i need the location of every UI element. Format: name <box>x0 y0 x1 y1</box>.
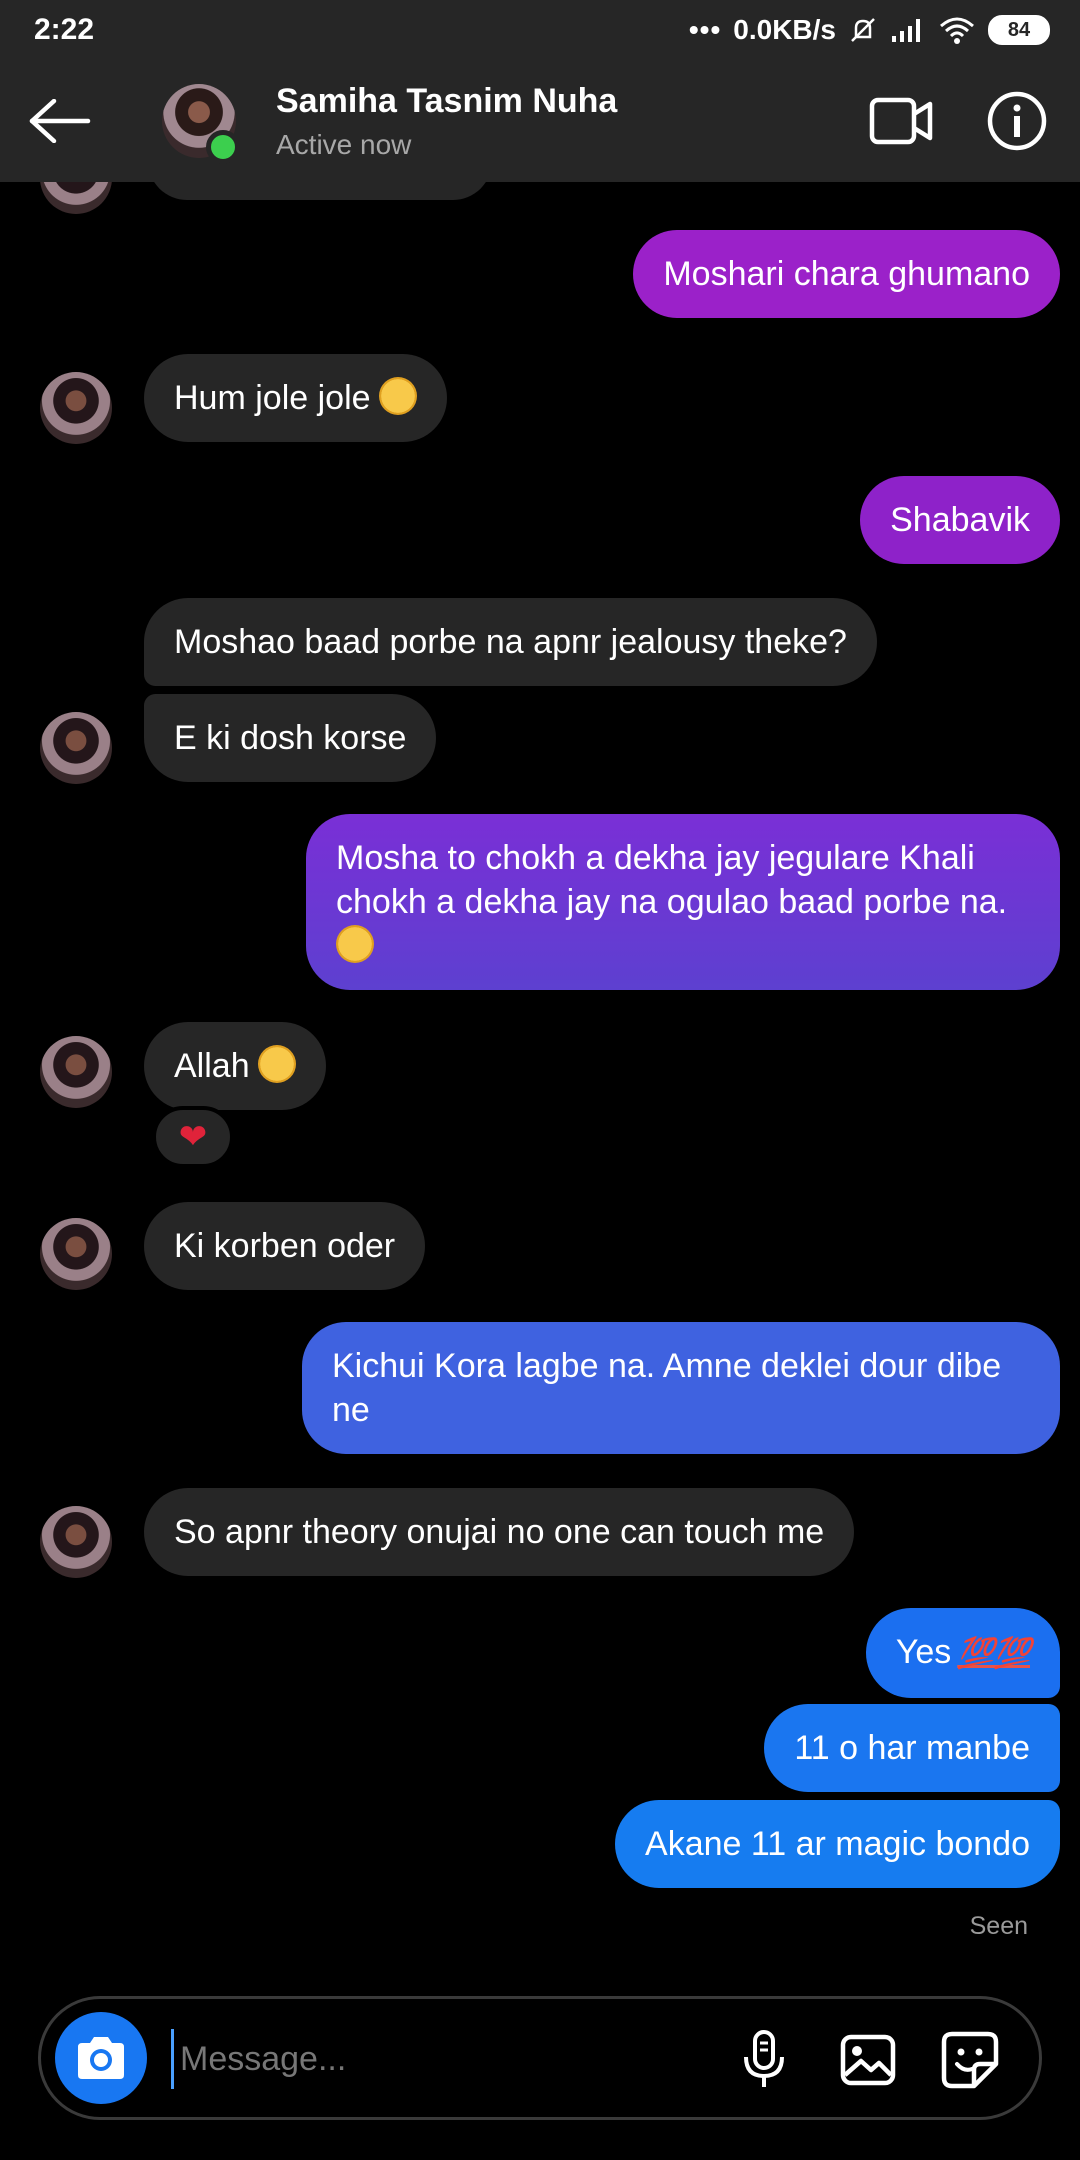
message-text-line: Kichui Kora lagbe na. Amne deklei dour d… <box>332 1347 1002 1385</box>
message-text: 11 o har manbe <box>794 1729 1030 1767</box>
message-incoming-partial[interactable] <box>148 182 492 200</box>
status-bar: 2:22 ••• 0.0KB/s 84 <box>0 0 1080 60</box>
message-incoming[interactable]: Allah <box>144 1022 326 1110</box>
message-text: So apnr theory onujai no one can touch m… <box>174 1513 825 1551</box>
info-button[interactable] <box>986 90 1048 152</box>
message-incoming[interactable]: Moshao baad porbe na apnr jealousy theke… <box>144 598 877 686</box>
message-text: Akane 11 ar magic bondo <box>645 1825 1030 1863</box>
message-text-line: ne <box>332 1391 370 1429</box>
message-outgoing[interactable]: Moshari chara ghumano <box>633 230 1060 318</box>
microphone-icon <box>744 2030 784 2087</box>
message-outgoing[interactable]: Yes 💯💯 <box>865 1608 1060 1698</box>
sender-avatar <box>40 712 112 784</box>
back-button[interactable] <box>0 60 120 182</box>
active-status: Active now <box>276 129 412 160</box>
sticker-button[interactable] <box>939 2029 1001 2091</box>
microphone-button[interactable] <box>733 2029 795 2091</box>
message-text-line: Mosha to chokh a dekha jay jegulare Khal… <box>336 839 975 877</box>
sender-avatar <box>40 1036 112 1108</box>
arrow-left-icon <box>29 99 91 143</box>
video-call-button[interactable] <box>868 90 934 152</box>
sender-avatar <box>40 1506 112 1578</box>
message-text: Shabavik <box>890 501 1030 539</box>
message-outgoing[interactable]: Akane 11 ar magic bondo <box>615 1800 1060 1888</box>
message-outgoing[interactable]: Kichui Kora lagbe na. Amne deklei dour d… <box>302 1322 1060 1454</box>
gallery-button[interactable] <box>837 2029 899 2091</box>
status-icons: ••• 0.0KB/s 84 <box>689 14 1050 46</box>
message-outgoing[interactable]: Shabavik <box>860 476 1060 564</box>
more-dots-icon: ••• <box>688 14 722 45</box>
status-time: 2:22 <box>34 13 95 46</box>
wifi-icon <box>940 17 974 44</box>
message-text: Hum jole jole <box>174 379 371 417</box>
message-text: Ki korben oder <box>174 1227 396 1265</box>
message-composer <box>38 1996 1042 2120</box>
message-incoming[interactable]: Ki korben oder <box>144 1202 426 1290</box>
camera-icon <box>78 2037 124 2079</box>
woozy-face-emoji-icon <box>378 377 417 415</box>
message-outgoing[interactable]: 11 o har manbe <box>764 1704 1060 1792</box>
video-camera-icon <box>869 97 933 145</box>
message-outgoing[interactable]: Mosha to chokh a dekha jay jegulare Khal… <box>306 814 1060 990</box>
chat-header: Samiha Tasnim Nuha Active now <box>0 60 1080 182</box>
seen-receipt: Seen <box>969 1912 1028 1940</box>
hand-over-mouth-emoji-icon <box>257 1045 296 1083</box>
camera-button[interactable] <box>55 2012 147 2104</box>
message-text: E ki dosh korse <box>174 719 407 757</box>
message-input[interactable] <box>171 2029 731 2089</box>
info-icon <box>987 91 1047 151</box>
contact-info[interactable]: Samiha Tasnim Nuha Active now <box>276 82 617 161</box>
heart-reaction-icon[interactable]: ❤ <box>152 1106 234 1168</box>
message-text: Moshari chara ghumano <box>663 255 1030 293</box>
signal-icon <box>892 19 920 42</box>
message-text: Moshao baad porbe na apnr jealousy theke… <box>174 623 847 661</box>
net-speed: 0.0KB/s <box>733 14 836 45</box>
message-text-line: chokh a dekha jay na ogulao baad porbe n… <box>336 883 1008 921</box>
smirk-emoji-icon <box>336 925 374 963</box>
contact-name: Samiha Tasnim Nuha <box>276 82 618 120</box>
message-incoming[interactable]: So apnr theory onujai no one can touch m… <box>144 1488 855 1576</box>
image-icon <box>840 2034 896 2086</box>
message-text: Yes <box>895 1633 952 1671</box>
online-indicator <box>206 130 240 164</box>
message-list[interactable]: Moshari chara ghumano Hum jole jole Shab… <box>0 182 1080 1982</box>
battery-icon: 84 <box>988 15 1050 45</box>
sender-avatar <box>40 372 112 444</box>
sender-avatar <box>40 182 112 214</box>
sticker-icon <box>941 2031 999 2089</box>
message-incoming[interactable]: E ki dosh korse <box>144 694 437 782</box>
mute-icon <box>851 18 875 42</box>
message-incoming[interactable]: Hum jole jole <box>144 354 447 442</box>
hundred-points-emoji-icon: 💯💯 <box>957 1637 1031 1670</box>
sender-avatar <box>40 1218 112 1290</box>
message-text: Allah <box>174 1047 250 1085</box>
